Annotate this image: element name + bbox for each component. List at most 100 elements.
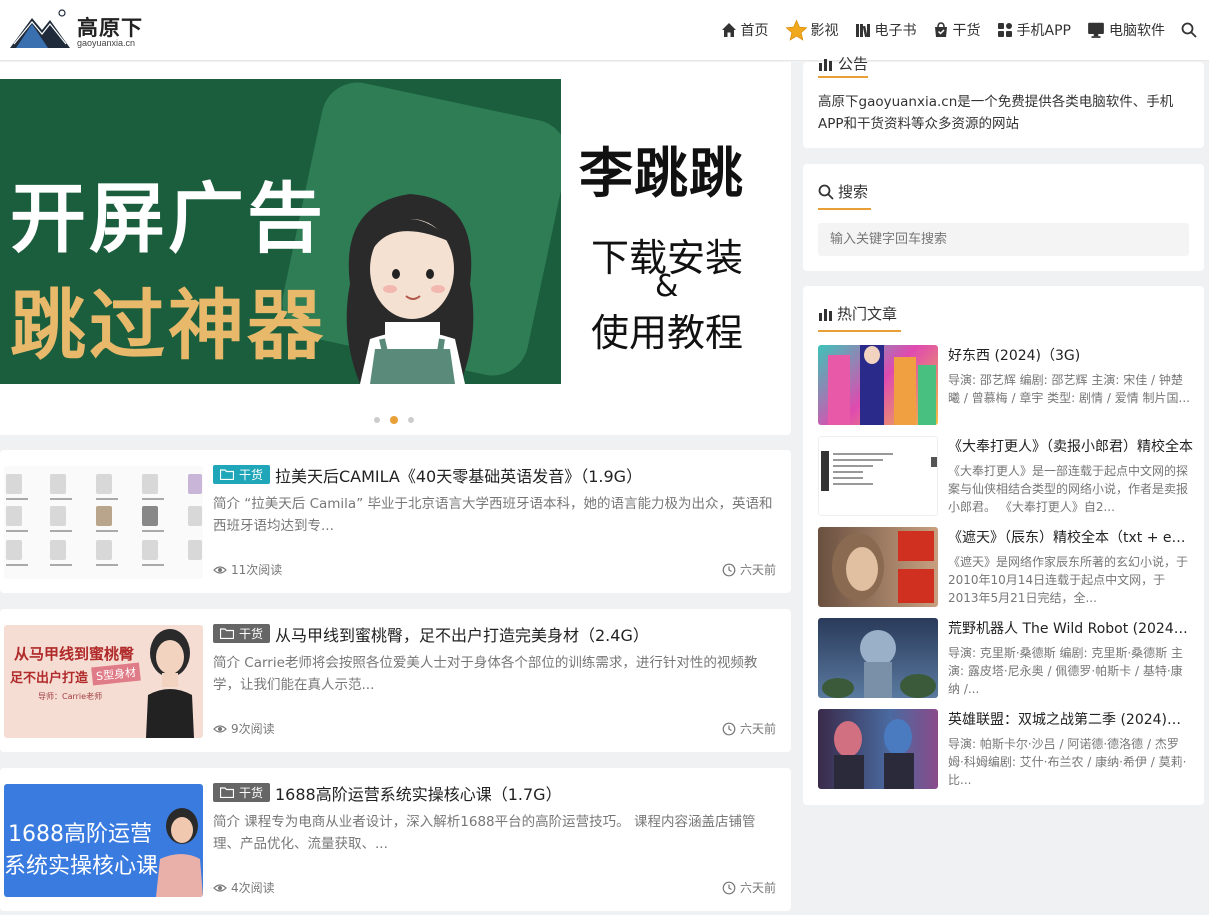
slider-banner-image[interactable]: 开屏广告 跳过神器 — [0, 79, 561, 384]
grid-icon — [997, 23, 1012, 37]
books-icon — [855, 24, 870, 38]
nav-item-mobile-app[interactable]: 手机APP — [997, 20, 1071, 40]
mountain-logo-icon — [10, 9, 70, 48]
banner-headline-1: 开屏广告 — [10, 177, 326, 262]
post-thumbnail[interactable]: 从马甲线到蜜桃臀 足不出户打造 S型身材 导师：Carrie老师 — [4, 625, 203, 738]
hot-article-item[interactable]: 好东西 (2024)（3G) 导演: 邵艺辉 编剧: 邵艺辉 主演: 宋佳 / … — [818, 345, 1193, 426]
post-time-text: 六天前 — [739, 722, 776, 736]
search-widget: 搜索 — [803, 164, 1204, 271]
presenter-photo-icon — [156, 808, 203, 897]
hot-article-item[interactable]: 荒野机器人 The Wild Robot (2024) (4.2G) 导演: 克… — [818, 618, 1193, 699]
nav-item-home[interactable]: 首页 — [721, 20, 769, 40]
title-underline — [818, 208, 871, 210]
search-button[interactable] — [1181, 22, 1201, 38]
folder-icon — [220, 469, 234, 480]
post-read-count: 11次阅读 — [213, 561, 282, 578]
trainer-photo-icon — [146, 629, 194, 738]
nav-label: 手机APP — [1016, 23, 1071, 39]
post-excerpt: 简介 Carrie老师将会按照各位爱美人士对于身体各个部位的训练需求，进行针对性… — [213, 655, 758, 693]
post-time-text: 六天前 — [739, 881, 776, 895]
post-card[interactable]: 干货 拉美天后CAMILA《40天零基础英语发音》（1.9G） 简介 “拉美天后… — [0, 450, 791, 593]
post-title[interactable]: 从马甲线到蜜桃臀，足不出户打造完美身材（2.4G） — [275, 622, 649, 646]
movie-poster-icon — [828, 345, 936, 425]
category-label: 干货 — [239, 786, 264, 800]
category-badge[interactable]: 干货 — [213, 783, 271, 802]
slider-dot[interactable] — [408, 417, 414, 423]
post-thumbnail[interactable]: 1688高阶运营 系统实操核心课 — [4, 784, 203, 897]
banner-subtitle-2: 使用教程 — [591, 311, 744, 355]
slider-dot-active[interactable] — [390, 416, 398, 424]
post-card[interactable]: 从马甲线到蜜桃臀 足不出户打造 S型身材 导师：Carrie老师 干货 从马甲线… — [0, 609, 791, 752]
category-badge[interactable]: 干货 — [213, 465, 271, 484]
hot-article-desc: 《遮天》是网络作家辰东所著的玄幻小说，于2010年10月14日连载于起点中文网，… — [948, 555, 1189, 605]
hot-article-thumbnail[interactable] — [818, 618, 938, 698]
hot-article-desc: 导演: 帕斯卡尔·沙吕 / 阿诺德·德洛德 / 杰罗姆·科姆编剧: 艾什·布兰农… — [948, 737, 1187, 787]
bar-chart-icon — [819, 58, 832, 71]
post-read-count: 9次阅读 — [213, 720, 275, 737]
hot-article-item[interactable]: 《大奉打更人》（卖报小郎君）精校全本 《大奉打更人》是一部连载于起点中文网的探案… — [818, 436, 1193, 517]
site-logo[interactable]: 高原下 gaoyuanxia.cn — [8, 8, 148, 52]
post-title[interactable]: 1688高阶运营系统实操核心课（1.7G） — [275, 781, 562, 805]
nav-label: 影视 — [810, 23, 839, 39]
nav-label: 电子书 — [874, 23, 917, 39]
nav-item-ebooks[interactable]: 电子书 — [855, 20, 917, 40]
post-excerpt: 简介 “拉美天后 Camila” 毕业于北京语言大学西班牙语本科，她的语言能力极… — [213, 496, 773, 534]
hot-article-desc: 《大奉打更人》是一部连载于起点中文网的探案与仙侠相结合类型的网络小说，作者是卖报… — [948, 464, 1189, 514]
nav-label: 电脑软件 — [1109, 23, 1165, 39]
nav-item-resources[interactable]: 干货 — [933, 20, 981, 40]
post-thumbnail[interactable] — [4, 466, 203, 579]
post-read-count: 4次阅读 — [213, 879, 275, 896]
post-time: 六天前 — [722, 561, 776, 578]
bar-chart-icon — [819, 308, 832, 321]
post-title[interactable]: 拉美天后CAMILA《40天零基础英语发音》（1.9G） — [275, 463, 642, 487]
folder-icon — [220, 787, 234, 798]
robot-poster-icon — [822, 630, 936, 698]
featured-slider[interactable]: 开屏广告 跳过神器 李跳跳 下载安装 & 使用教程 — [0, 62, 791, 435]
sidebar-search-input[interactable] — [818, 223, 1189, 256]
title-underline — [818, 330, 901, 332]
novel-cover-icon — [832, 531, 934, 603]
search-widget-title: 搜索 — [818, 181, 868, 202]
hot-article-title[interactable]: 荒野机器人 The Wild Robot (2024) (4.2G) — [948, 618, 1193, 638]
title-underline — [818, 76, 868, 78]
category-badge[interactable]: 干货 — [213, 624, 271, 643]
home-icon — [721, 23, 736, 37]
girl-illustration-icon — [346, 194, 474, 384]
hot-article-title[interactable]: 英雄联盟：双城之战第二季 (2024)（10G） — [948, 709, 1193, 729]
hot-article-title[interactable]: 好东西 (2024)（3G) — [948, 345, 1193, 365]
search-icon — [1181, 22, 1197, 38]
hot-article-item[interactable]: 英雄联盟：双城之战第二季 (2024)（10G） 导演: 帕斯卡尔·沙吕 / 阿… — [818, 709, 1193, 790]
hot-article-thumbnail[interactable] — [818, 709, 938, 789]
banner-app-name: 李跳跳 — [579, 144, 744, 204]
thumb-subline: 足不出户打造 — [10, 671, 89, 686]
read-count-text: 4次阅读 — [231, 881, 275, 895]
thumb-subline: 系统实操核心课 — [4, 854, 159, 879]
hot-article-thumbnail[interactable] — [818, 345, 938, 425]
nav-item-movies[interactable]: 影视 — [785, 18, 839, 42]
monitor-icon — [1088, 22, 1104, 38]
post-card[interactable]: 1688高阶运营 系统实操核心课 干货 1688高阶运营系统实操核心课（1.7G… — [0, 768, 791, 911]
notice-title: 公告 — [818, 53, 868, 74]
clock-icon — [722, 722, 736, 735]
main-nav: 首页 影视 电子书 干货 手机APP 电脑软件 — [705, 17, 1201, 43]
banner-ampersand: & — [655, 269, 679, 304]
arcane-poster-icon — [834, 719, 914, 789]
hot-article-thumbnail[interactable] — [818, 527, 938, 607]
site-domain: gaoyuanxia.cn — [77, 38, 136, 48]
hot-article-title[interactable]: 《大奉打更人》（卖报小郎君）精校全本 — [948, 436, 1193, 456]
post-time-text: 六天前 — [739, 563, 776, 577]
hot-article-item[interactable]: 《遮天》（辰东）精校全本（txt + epub） 《遮天》是网络作家辰东所著的玄… — [818, 527, 1193, 608]
thumb-headline: 从马甲线到蜜桃臀 — [14, 645, 135, 663]
clock-icon — [722, 563, 736, 576]
hot-article-thumbnail[interactable] — [818, 436, 938, 516]
nav-item-pc-software[interactable]: 电脑软件 — [1087, 20, 1165, 40]
bag-icon — [934, 22, 947, 37]
hot-articles-widget: 热门文章 好东西 (2024)（3G) 导演: 邵艺辉 编剧: 邵艺辉 主演: … — [803, 286, 1204, 805]
slider-pagination — [369, 416, 419, 424]
banner-right-panel: 李跳跳 下载安装 & 使用教程 — [561, 79, 791, 384]
post-excerpt: 简介 课程专为电商从业者设计，深入解析1688平台的高阶运营技巧。 课程内容涵盖… — [213, 814, 756, 852]
hot-article-title[interactable]: 《遮天》（辰东）精校全本（txt + epub） — [948, 527, 1193, 547]
hot-article-desc: 导演: 邵艺辉 编剧: 邵艺辉 主演: 宋佳 / 钟楚曦 / 曾慕梅 / 章宇 … — [948, 373, 1190, 405]
slider-dot[interactable] — [374, 417, 380, 423]
book-info-screenshot-icon — [821, 451, 937, 491]
